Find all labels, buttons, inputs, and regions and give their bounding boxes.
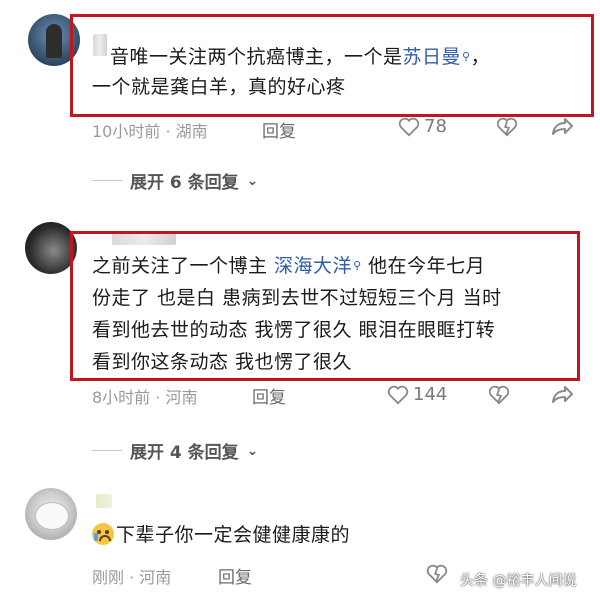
reply-button[interactable]: 回复: [262, 117, 296, 142]
like-button[interactable]: 144: [387, 384, 447, 405]
expand-label: 展开 4 条回复: [130, 443, 239, 463]
avatar-figure: [46, 24, 62, 58]
comment-meta: 10小时前 · 湖南: [92, 122, 208, 141]
like-count: 78: [424, 116, 447, 137]
crying-face-icon: [92, 523, 114, 545]
avatar[interactable]: [25, 488, 77, 540]
like-count: 144: [413, 384, 448, 405]
share-icon[interactable]: [550, 384, 574, 406]
divider-line: [92, 450, 122, 451]
dislike-icon[interactable]: [426, 564, 448, 584]
highlight-box: [70, 14, 594, 117]
username-blurred[interactable]: [96, 494, 112, 508]
expand-label: 展开 6 条回复: [130, 173, 239, 193]
reply-button[interactable]: 回复: [218, 563, 252, 588]
reply-button[interactable]: 回复: [252, 383, 286, 408]
dislike-icon[interactable]: [496, 117, 518, 137]
watermark: 头条 @裕丰人间说: [460, 573, 577, 589]
expand-replies-button[interactable]: 展开 4 条回复 ⌄: [92, 438, 258, 463]
like-button[interactable]: 78: [398, 116, 447, 137]
comment-text: 下辈子你一定会健健康康的: [92, 520, 350, 550]
highlight-box: [70, 231, 580, 381]
avatar-cat: [35, 502, 69, 530]
dislike-icon[interactable]: [488, 385, 510, 405]
heart-icon: [398, 117, 420, 136]
comment-meta: 8小时前 · 河南: [92, 388, 198, 407]
chevron-down-icon: ⌄: [246, 172, 259, 189]
comment-meta: 刚刚 · 河南: [92, 568, 172, 587]
share-icon[interactable]: [550, 116, 574, 138]
heart-icon: [387, 385, 409, 404]
chevron-down-icon: ⌄: [246, 442, 259, 459]
divider-line: [92, 180, 122, 181]
expand-replies-button[interactable]: 展开 6 条回复 ⌄: [92, 168, 258, 193]
